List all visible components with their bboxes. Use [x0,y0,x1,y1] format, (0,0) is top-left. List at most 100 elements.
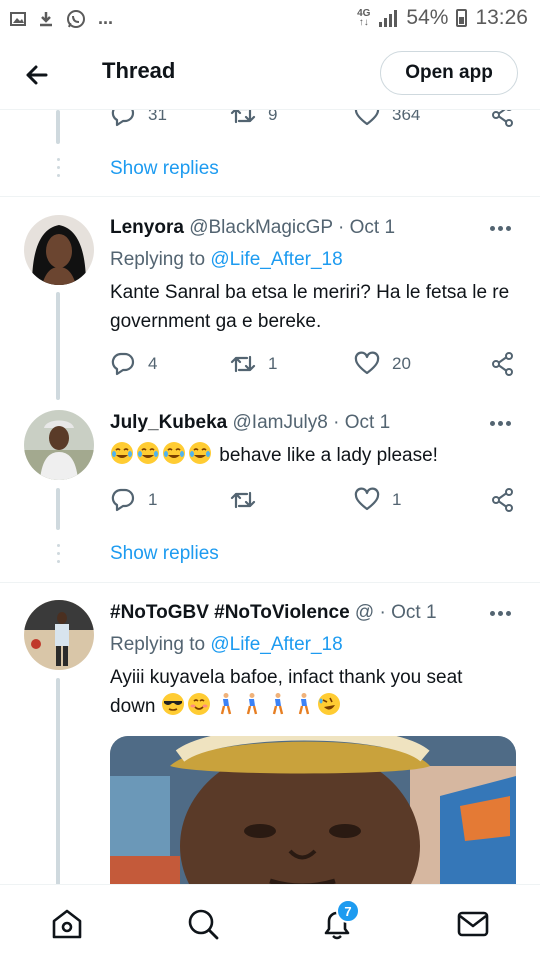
avatar[interactable] [24,600,94,670]
avatar[interactable] [24,215,94,285]
tweet-actions: 4 1 20 [110,351,520,381]
share-action[interactable] [490,110,516,128]
clock: 13:26 [475,6,528,29]
avatar-image [24,410,94,480]
reply-icon [111,352,135,376]
search-icon[interactable] [186,907,220,941]
reply-action[interactable]: 4 [110,351,157,377]
bottom-navigation: 7 [0,884,540,960]
battery-icon [456,9,468,27]
divider [0,582,540,583]
network-indicator: 4G ↑↓ [357,8,371,28]
tweet-date: · Oct 1 [327,412,391,433]
thread-dots [57,544,60,563]
reply-count: 4 [148,354,158,373]
heart-icon [354,110,380,126]
reply-action[interactable]: 31 [110,110,167,128]
replying-prefix: Replying to [110,249,211,270]
download-icon [40,11,52,26]
share-icon [492,488,513,512]
media-photo [110,736,516,884]
avatar-image [24,600,94,670]
heart-icon [354,487,380,511]
retweet-action[interactable] [230,487,268,513]
tweet-text-row: behave like a lady please! [110,441,520,470]
share-action[interactable] [490,351,516,377]
more-options-icon[interactable] [490,611,514,619]
open-app-button[interactable]: Open app [380,51,518,95]
tweet-text: behave like a lady please! [219,445,438,466]
status-right: 4G ↑↓ 54% 13:26 [357,6,528,30]
more-options-icon[interactable] [490,226,514,234]
sunglasses-emoji-icon [161,693,184,715]
person-walking-emoji-icon [220,693,231,715]
like-action[interactable]: 364 [354,110,420,128]
thread-feed: 31 9 364 Show replies Lenyora @BlackMagi… [0,110,540,884]
reply-action[interactable]: 1 [110,487,157,513]
reply-count: 31 [148,110,167,124]
mention-link[interactable]: @Life_After_18 [210,634,342,655]
person-walking-emoji-icon [272,693,283,715]
retweet-action[interactable]: 1 [230,351,277,377]
retweet-count: 9 [268,110,278,124]
like-count: 364 [392,110,421,124]
status-bar: ... 4G ↑↓ 54% 13:26 [0,0,540,38]
thread-line [56,678,60,884]
reply-count: 1 [148,490,158,509]
replying-to: Replying to @Life_After_18 [110,634,343,656]
thread-header: Thread Open app [0,38,540,110]
share-icon [492,110,513,127]
back-arrow-icon[interactable] [20,60,54,90]
messages-mail-icon[interactable] [456,907,490,941]
share-action[interactable] [490,487,516,513]
more-options-icon[interactable] [490,421,514,429]
retweet-icon [230,110,256,124]
page-title: Thread [102,58,176,83]
user-handle[interactable]: @IamJuly8 [233,412,328,433]
tweet-header: #NoToGBV #NoToViolence @ · Oct 1 [110,602,470,624]
heart-icon [354,351,380,375]
tears-of-joy-emoji-icon [111,442,133,464]
user-handle[interactable]: @ [350,602,374,623]
like-count: 1 [392,490,402,509]
home-icon[interactable] [50,907,84,941]
tweet-actions: 1 1 [110,487,520,517]
person-walking-emoji-icon [298,693,309,715]
tweet-actions-top: 31 9 364 [110,110,520,132]
tweet-text-line-2: down [110,692,520,721]
replying-to: Replying to @Life_After_18 [110,249,343,271]
tweet-media-image[interactable] [110,736,516,884]
thread-line [56,292,60,400]
thread-dots [57,158,60,177]
display-name[interactable]: July_Kubeka [110,412,227,433]
show-replies-link[interactable]: Show replies [110,158,219,180]
show-replies-link[interactable]: Show replies [110,543,219,565]
retweet-action[interactable]: 9 [230,110,277,128]
replying-prefix: Replying to [110,634,211,655]
tweet-text: Kante Sanral ba etsa le meriri? Ha le fe… [110,282,510,332]
tweet-date: · Oct 1 [374,602,437,623]
rolling-laughing-emoji-icon [317,693,340,715]
more-notifications: ... [98,8,114,28]
divider [0,196,540,197]
like-action[interactable]: 20 [354,351,411,377]
battery-percent: 54% [406,6,449,29]
reply-icon [111,488,135,512]
share-icon [492,352,513,376]
user-handle[interactable]: @BlackMagicGP [189,217,333,238]
whatsapp-icon [67,9,85,28]
display-name[interactable]: Lenyora [110,217,184,238]
like-action[interactable]: 1 [354,487,401,513]
avatar-image [24,215,94,285]
retweet-count: 1 [268,354,278,373]
tweet-header: Lenyora @BlackMagicGP · Oct 1 [110,217,470,239]
mention-link[interactable]: @Life_After_18 [210,249,342,270]
retweet-icon [230,491,256,509]
display-name[interactable]: #NoToGBV #NoToViolence [110,602,350,623]
retweet-icon [230,355,256,373]
tears-of-joy-emoji-icon [137,442,159,464]
blushing-emoji-icon [187,693,210,715]
avatar[interactable] [24,410,94,480]
tweet-text-word: down [110,696,156,717]
gallery-icon [10,11,26,26]
